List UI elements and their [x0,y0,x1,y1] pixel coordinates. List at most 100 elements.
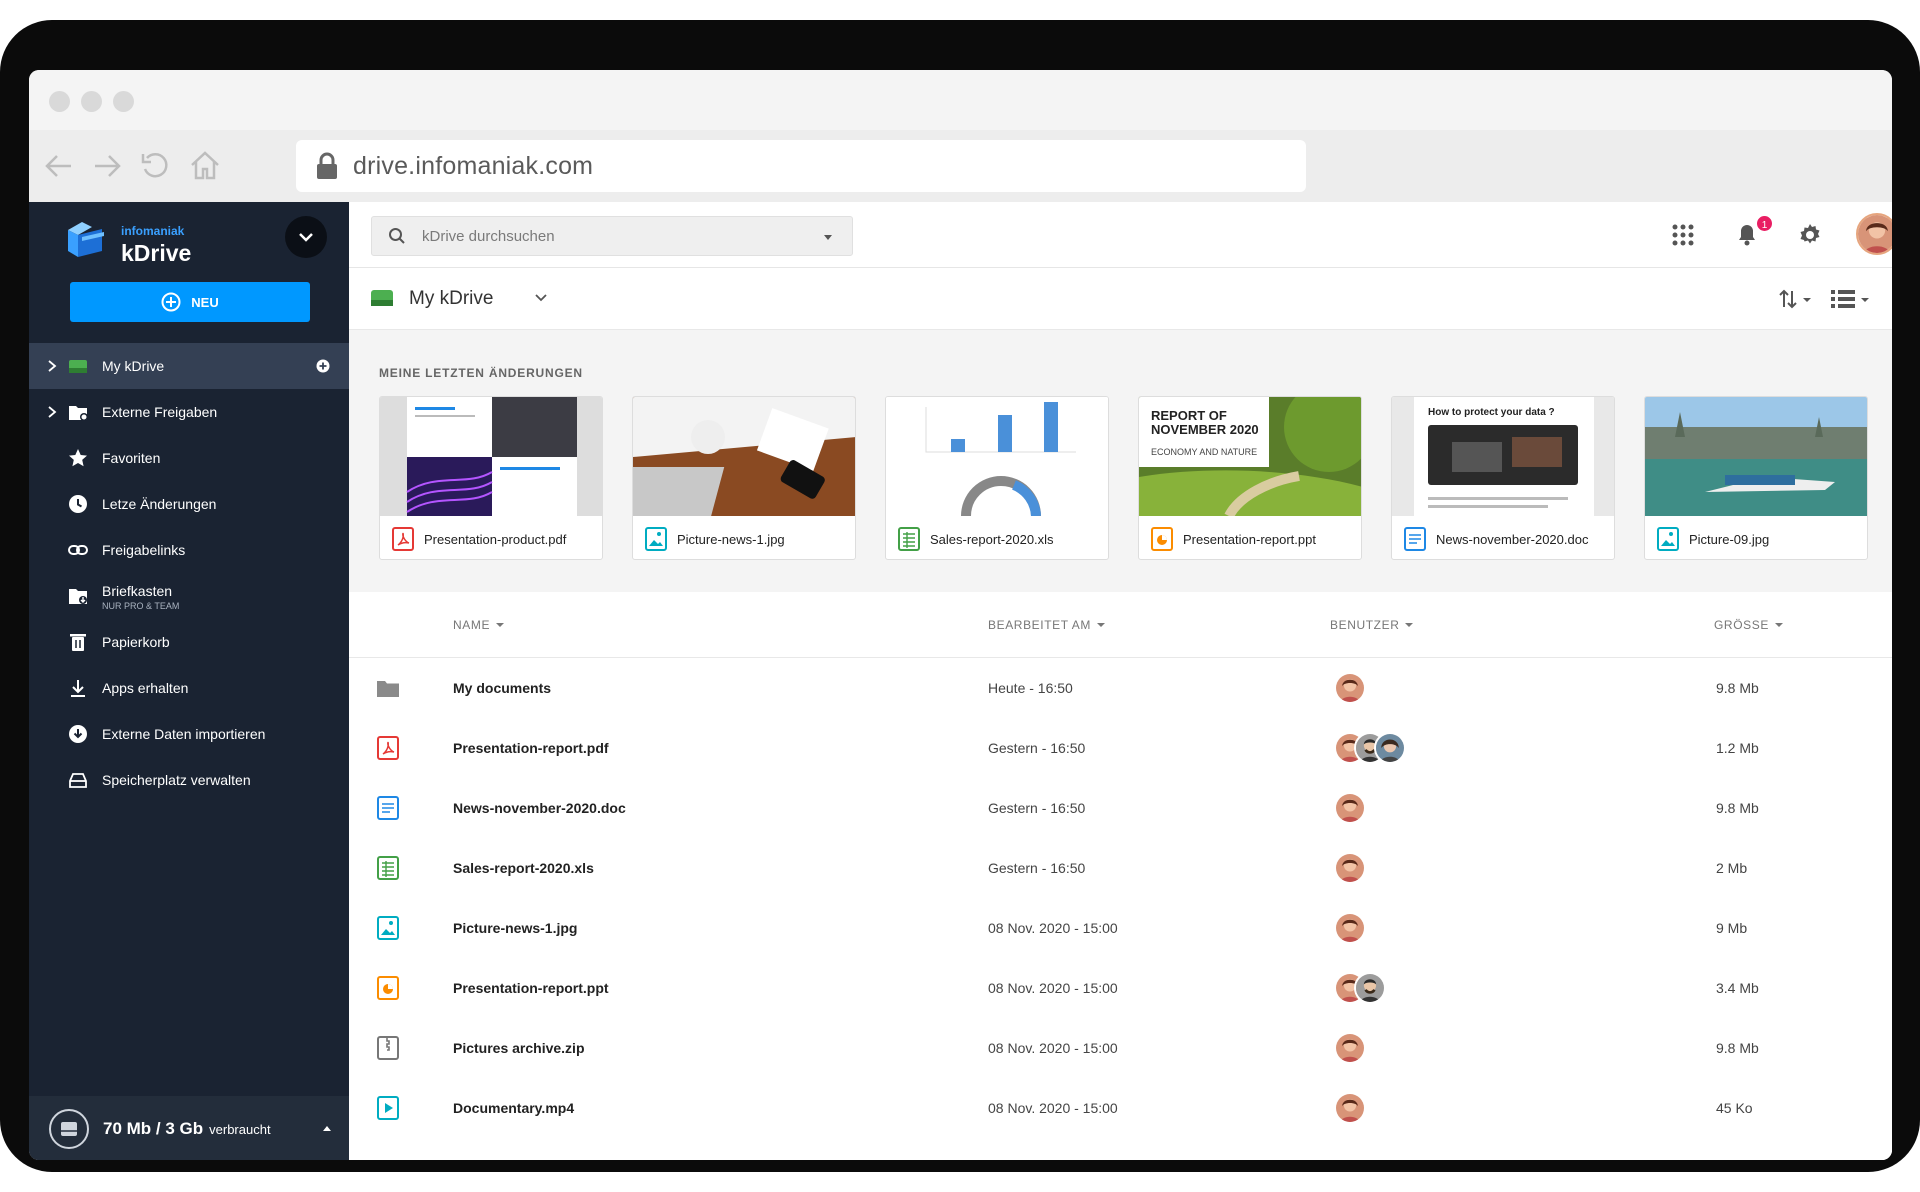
recent-card[interactable]: REPORT OF NOVEMBER 2020 ECONOMY AND NATU… [1138,396,1362,560]
sort-caret-icon [1405,623,1414,627]
address-bar[interactable]: drive.infomaniak.com [296,140,1306,192]
forward-arrow-icon[interactable] [89,148,125,184]
reload-icon[interactable] [137,148,173,184]
add-icon[interactable] [316,359,330,373]
file-name[interactable]: Presentation-report.ppt [453,980,609,996]
new-button-label: NEU [191,294,219,310]
video-file-icon [377,1095,399,1121]
shared-folder-icon [69,406,88,421]
page-title[interactable]: My kDrive [409,288,493,310]
pdf-file-icon [392,527,414,551]
kdrive-logo-icon [68,222,104,257]
user-avatar [1334,852,1366,884]
search-input[interactable]: kDrive durchsuchen [371,216,853,256]
table-row[interactable]: Documentary.mp4 08 Nov. 2020 - 15:00 45 Ko [349,1078,1892,1138]
table-row[interactable]: Presentation-report.ppt 08 Nov. 2020 - 15… [349,958,1892,1018]
file-name[interactable]: Presentation-report.pdf [453,740,609,756]
table-row[interactable]: Presentation-report.pdf Gestern - 16:50 1.… [349,718,1892,778]
recent-card[interactable]: Sales-report-2020.xls [885,396,1109,560]
sidebar-item-import-data[interactable]: Externe Daten importieren [29,711,349,757]
home-icon[interactable] [187,148,223,184]
presentation-thumbnail: REPORT OF NOVEMBER 2020 ECONOMY AND NATU… [1139,397,1361,516]
file-edited-date: 08 Nov. 2020 - 15:00 [988,1100,1118,1116]
notification-badge: 1 [1755,214,1774,233]
drive-switcher-button[interactable] [285,216,327,258]
recent-card[interactable]: Picture-news-1.jpg [632,396,856,560]
storage-text: 70 Mb / 3 Gb verbraucht [103,1119,271,1139]
presentation-file-icon [377,975,399,1001]
minimize-window-dot[interactable] [81,91,102,112]
thumb-title: REPORT OF NOVEMBER 2020 [1151,408,1259,437]
column-users[interactable]: BENUTZER [1330,618,1414,632]
top-bar: kDrive durchsuchen 1 [349,202,1892,268]
link-icon [68,545,88,555]
archive-file-icon [377,1035,399,1061]
file-name[interactable]: News-november-2020.doc [453,800,626,816]
table-row[interactable]: Picture-news-1.jpg 08 Nov. 2020 - 15:00 9 … [349,898,1892,958]
recent-card[interactable]: Presentation-product.pdf [379,396,603,560]
titlebar [29,70,1892,130]
maximize-window-dot[interactable] [113,91,134,112]
table-row[interactable]: My documents Heute - 16:50 9.8 Mb [349,658,1892,718]
company-name: infomaniak [121,224,185,238]
pdf-file-icon [377,735,399,761]
breadcrumb: My kDrive [349,268,1892,330]
storage-usage[interactable]: 70 Mb / 3 Gb verbraucht [29,1096,349,1160]
photo-thumbnail [633,397,855,516]
close-window-dot[interactable] [49,91,70,112]
sidebar-item-label: Letze Änderungen [102,496,217,512]
file-table-header: NAME BEARBEITET AM BENUTZER GRÖSSE [349,592,1892,658]
table-row[interactable]: Sales-report-2020.xls Gestern - 16:50 2 Mb [349,838,1892,898]
column-name[interactable]: NAME [453,618,505,632]
sidebar-item-get-apps[interactable]: Apps erhalten [29,665,349,711]
sidebar-item-external-shares[interactable]: Externe Freigaben [29,389,349,435]
disk-icon [49,1109,89,1149]
new-button[interactable]: NEU [70,282,310,322]
sidebar-item-label: Apps erhalten [102,680,189,696]
file-name[interactable]: My documents [453,680,551,696]
file-edited-date: Gestern - 16:50 [988,740,1086,756]
back-arrow-icon[interactable] [41,148,77,184]
photo-thumbnail [1645,397,1867,516]
list-view-icon[interactable] [1831,288,1871,310]
file-edited-date: 08 Nov. 2020 - 15:00 [988,920,1118,936]
recent-card[interactable]: How to protect your data ? News-november… [1391,396,1615,560]
sidebar-item-label: Favoriten [102,450,161,466]
file-size: 2 Mb [1716,860,1748,876]
caret-up-icon[interactable] [323,1126,331,1131]
file-name[interactable]: Picture-news-1.jpg [453,920,577,936]
recent-card-name: Picture-09.jpg [1689,532,1770,547]
column-size[interactable]: GRÖSSE [1714,618,1783,632]
gear-icon[interactable] [1797,222,1823,248]
chevron-right-icon[interactable] [45,404,59,420]
sidebar-item-share-links[interactable]: Freigabelinks [29,527,349,573]
file-size: 9.8 Mb [1716,1040,1759,1056]
spreadsheet-file-icon [377,855,399,881]
address-text: drive.infomaniak.com [353,152,594,180]
sidebar-item-mailbox[interactable]: Briefkasten NUR PRO & TEAM [29,573,349,619]
apps-grid-icon[interactable] [1670,222,1696,248]
search-options-caret-icon[interactable] [824,235,832,240]
sidebar-item-my-kdrive[interactable]: My kDrive [29,343,349,389]
storage-suffix: verbraucht [209,1122,271,1137]
document-file-icon [1404,527,1426,551]
sidebar-item-label: Briefkasten [102,583,173,599]
recent-card[interactable]: Picture-09.jpg [1644,396,1868,560]
sidebar-item-manage-storage[interactable]: Speicherplatz verwalten [29,757,349,803]
chevron-right-icon[interactable] [45,358,59,374]
file-name[interactable]: Pictures archive.zip [453,1040,585,1056]
sidebar-item-trash[interactable]: Papierkorb [29,619,349,665]
chevron-down-icon[interactable] [535,294,547,302]
column-edited[interactable]: BEARBEITET AM [988,618,1105,632]
browser-window: drive.infomaniak.com infomaniak kDrive N… [29,70,1892,1160]
user-avatar[interactable] [1856,213,1892,255]
file-name[interactable]: Sales-report-2020.xls [453,860,594,876]
file-size: 1.2 Mb [1716,740,1759,756]
table-row[interactable]: News-november-2020.doc Gestern - 16:50 9.8… [349,778,1892,838]
file-name[interactable]: Documentary.mp4 [453,1100,574,1116]
sidebar-item-favorites[interactable]: Favoriten [29,435,349,481]
user-avatar [1334,672,1366,704]
sidebar-item-recent-changes[interactable]: Letze Änderungen [29,481,349,527]
sort-icon[interactable] [1777,288,1813,310]
table-row[interactable]: Pictures archive.zip 08 Nov. 2020 - 15:00… [349,1018,1892,1078]
